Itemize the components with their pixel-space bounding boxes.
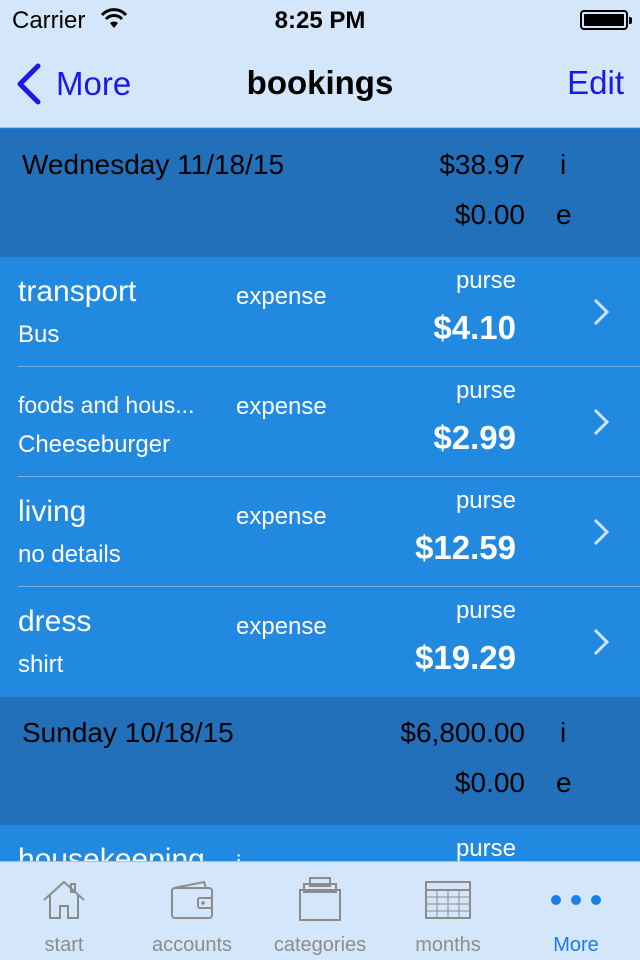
chevron-right-icon — [593, 518, 610, 546]
tab-more[interactable]: More — [512, 862, 640, 960]
booking-amount: $12.59 — [415, 529, 516, 566]
booking-account: purse — [455, 597, 516, 624]
section-header: Wednesday 11/18/15 $38.97 i $0.00 e — [0, 129, 640, 257]
income-total: $6,800.00 — [400, 717, 525, 748]
chevron-right-icon — [593, 408, 610, 436]
booking-type: expense — [236, 393, 327, 420]
booking-row[interactable]: dress shirt expense purse $19.29 — [0, 587, 640, 697]
grid-icon — [425, 881, 471, 919]
booking-account: purse — [455, 377, 516, 404]
booking-category: transport — [18, 275, 137, 308]
booking-category: foods and hous... — [18, 392, 195, 418]
bookings-list[interactable]: Wednesday 11/18/15 $38.97 i $0.00 e tran… — [0, 129, 640, 861]
tab-label: More — [553, 934, 599, 956]
tab-categories[interactable]: categories — [256, 862, 384, 960]
tab-label: categories — [273, 934, 367, 956]
section-date: Wednesday 11/18/15 — [22, 149, 285, 180]
booking-type: i — [236, 851, 241, 861]
booking-detail: no details — [18, 541, 121, 568]
booking-category: dress — [18, 605, 92, 638]
booking-detail: Cheeseburger — [18, 431, 171, 458]
booking-type: expense — [236, 503, 327, 530]
tab-accounts[interactable]: accounts — [128, 862, 256, 960]
chevron-right-icon — [593, 628, 610, 656]
booking-detail: shirt — [18, 651, 64, 678]
booking-amount: $19.29 — [415, 639, 516, 676]
expense-tag: e — [556, 199, 572, 230]
wallet-icon — [171, 880, 213, 919]
tab-label: months — [415, 934, 481, 956]
tab-bar: start accounts categories months More — [0, 861, 640, 960]
booking-row[interactable]: foods and hous... Cheeseburger expense p… — [0, 367, 640, 477]
booking-type: expense — [236, 283, 327, 310]
tab-months[interactable]: months — [384, 862, 512, 960]
income-tag: i — [560, 149, 567, 180]
section-header: Sunday 10/18/15 $6,800.00 i $0.00 e — [0, 697, 640, 825]
booking-account: purse — [455, 487, 516, 514]
booking-amount: $4.10 — [433, 309, 516, 346]
booking-category: living — [18, 495, 87, 528]
expense-total: $0.00 — [454, 199, 525, 230]
booking-amount: $2.99 — [433, 419, 516, 456]
tab-start[interactable]: start — [0, 862, 128, 960]
navigation-bar: More bookings Edit — [0, 40, 640, 128]
house-icon — [43, 880, 85, 919]
booking-account: purse — [455, 835, 516, 861]
tab-label: start — [44, 934, 84, 956]
booking-category: housekeeping — [18, 843, 205, 861]
booking-detail: Bus — [18, 321, 60, 348]
tab-label: accounts — [151, 934, 233, 956]
battery-icon — [580, 10, 632, 30]
edit-button[interactable]: Edit — [567, 64, 624, 102]
income-total: $38.97 — [439, 149, 525, 180]
booking-type: expense — [236, 613, 327, 640]
booking-row[interactable]: housekeeping i purse — [0, 825, 640, 861]
booking-account: purse — [455, 267, 516, 294]
expense-tag: e — [556, 767, 572, 798]
tray-icon — [299, 877, 341, 921]
page-title: bookings — [246, 64, 394, 101]
status-time: 8:25 PM — [274, 7, 366, 34]
expense-total: $0.00 — [454, 767, 525, 798]
more-icon — [551, 895, 601, 905]
booking-row[interactable]: transport Bus expense purse $4.10 — [0, 257, 640, 367]
booking-row[interactable]: living no details expense purse $12.59 — [0, 477, 640, 587]
chevron-right-icon — [593, 298, 610, 326]
income-tag: i — [560, 717, 567, 748]
section-date: Sunday 10/18/15 — [22, 717, 234, 748]
status-bar: Carrier 8:25 PM — [0, 0, 640, 40]
